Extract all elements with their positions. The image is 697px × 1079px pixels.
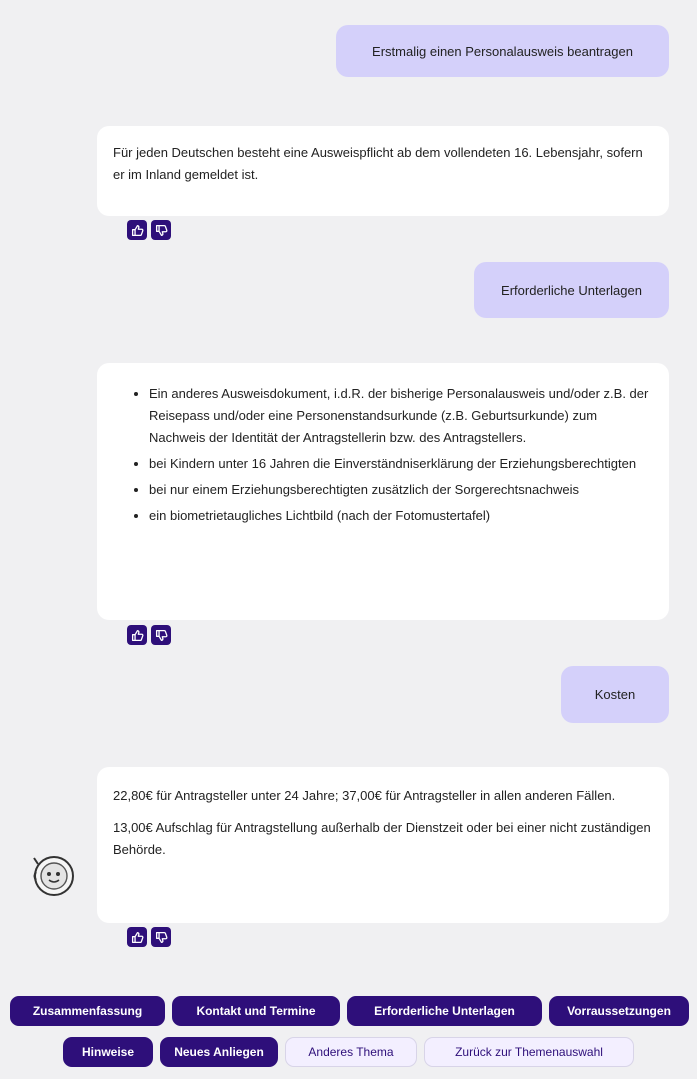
- chat-area: Erstmalig einen Personalausweis beantrag…: [0, 0, 697, 985]
- thumbs-up-icon[interactable]: [127, 927, 147, 947]
- feedback-bar: [127, 927, 171, 947]
- list-item: Ein anderes Ausweisdokument, i.d.R. der …: [149, 383, 653, 449]
- thumbs-down-icon[interactable]: [151, 625, 171, 645]
- quick-reply-row: Hinweise Neues Anliegen Anderes Thema Zu…: [0, 1037, 697, 1067]
- user-message: Erforderliche Unterlagen: [474, 262, 669, 318]
- user-message-text: Erstmalig einen Personalausweis beantrag…: [372, 43, 633, 59]
- quick-reply-kontakt-termine[interactable]: Kontakt und Termine: [172, 996, 340, 1026]
- thumbs-up-icon[interactable]: [127, 625, 147, 645]
- user-message: Kosten: [561, 666, 669, 723]
- quick-reply-anderes-thema[interactable]: Anderes Thema: [285, 1037, 417, 1067]
- bot-avatar-icon: [30, 852, 76, 898]
- user-message-text: Kosten: [594, 687, 636, 702]
- quick-reply-neues-anliegen[interactable]: Neues Anliegen: [160, 1037, 278, 1067]
- thumbs-up-icon[interactable]: [127, 220, 147, 240]
- list-item: bei nur einem Erziehungsberechtigten zus…: [149, 479, 653, 501]
- bot-message-text: 22,80€ für Antragsteller unter 24 Jahre;…: [113, 788, 616, 803]
- list-item: ein biometrietaugliches Lichtbild (nach …: [149, 505, 653, 527]
- feedback-bar: [127, 220, 171, 240]
- quick-reply-vorraussetzungen[interactable]: Vorraussetzungen: [549, 996, 689, 1026]
- quick-reply-themenauswahl[interactable]: Zurück zur Themenauswahl: [424, 1037, 634, 1067]
- feedback-bar: [127, 625, 171, 645]
- quick-reply-zusammenfassung[interactable]: Zusammenfassung: [10, 996, 165, 1026]
- bot-message-text: 13,00€ Aufschlag für Antragstellung auße…: [113, 820, 651, 857]
- quick-reply-erforderliche-unterlagen[interactable]: Erforderliche Unterlagen: [347, 996, 542, 1026]
- bot-message: 22,80€ für Antragsteller unter 24 Jahre;…: [97, 767, 669, 923]
- quick-reply-bar: Zusammenfassung Kontakt und Termine Erfo…: [0, 985, 697, 1079]
- thumbs-down-icon[interactable]: [151, 927, 171, 947]
- thumbs-down-icon[interactable]: [151, 220, 171, 240]
- quick-reply-hinweise[interactable]: Hinweise: [63, 1037, 153, 1067]
- user-message: Erstmalig einen Personalausweis beantrag…: [336, 25, 669, 77]
- bot-message-text: Für jeden Deutschen besteht eine Ausweis…: [113, 145, 643, 182]
- bot-message-list: Ein anderes Ausweisdokument, i.d.R. der …: [113, 383, 653, 527]
- quick-reply-row: Zusammenfassung Kontakt und Termine Erfo…: [10, 996, 697, 1026]
- user-message-text: Erforderliche Unterlagen: [501, 282, 642, 298]
- bot-message: Für jeden Deutschen besteht eine Ausweis…: [97, 126, 669, 216]
- list-item: bei Kindern unter 16 Jahren die Einverst…: [149, 453, 653, 475]
- bot-message: Ein anderes Ausweisdokument, i.d.R. der …: [97, 363, 669, 620]
